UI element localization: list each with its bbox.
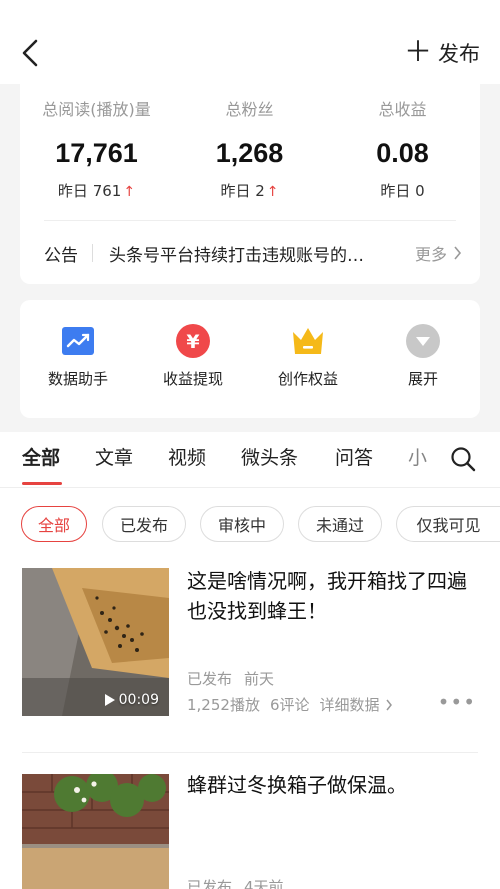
stat-yesterday: 昨日 2 ↑ (220, 182, 279, 200)
tools-card: 数据助手 ¥ 收益提现 创作权益 展开 (20, 300, 480, 418)
stat-total-income[interactable]: 总收益 0.08 昨日 0 (326, 98, 479, 202)
notice-text: 头条号平台持续打击违规账号的… (109, 245, 364, 266)
play-icon (104, 694, 115, 706)
crown-icon (291, 324, 325, 358)
duration-text: 00:09 (118, 692, 159, 708)
expand-down-icon (406, 324, 440, 358)
more-label: 更多 (414, 245, 447, 264)
video-thumbnail[interactable]: 00:09 (22, 568, 169, 716)
stat-yesterday: 昨日 761 ↑ (57, 182, 136, 200)
item-detail-link[interactable]: 详细数据 (320, 694, 393, 715)
notice-tag: 公告 (44, 245, 78, 266)
stat-label: 总阅读(播放)量 (42, 100, 151, 119)
item-status: 已发布 (187, 878, 233, 889)
filter-published[interactable]: 已发布 (102, 506, 186, 542)
status-filters: 全部 已发布 审核中 未通过 仅我可见 (0, 488, 500, 558)
item-comments: 6评论 (269, 696, 310, 714)
content-tabs: 全部 文章 视频 微头条 问答 小 (0, 432, 500, 488)
video-thumbnail[interactable] (22, 774, 169, 889)
notice-bar[interactable]: 公告 头条号平台持续打击违规账号的… 更多 (44, 236, 462, 270)
item-stats-row: 1,252播放 6评论 详细数据 (187, 694, 393, 715)
top-bar: ＋ 发布 (0, 0, 500, 84)
tab-micro-headlines[interactable]: 微头条 (241, 444, 298, 472)
tool-creator-rights[interactable]: 创作权益 (253, 324, 363, 390)
item-plays: 1,252播放 (187, 696, 260, 714)
video-duration: 00:09 (104, 692, 159, 708)
tool-expand[interactable]: 展开 (368, 324, 478, 390)
filter-all[interactable]: 全部 (21, 506, 87, 542)
tool-label: 收益提现 (162, 370, 223, 388)
stats-card: 总阅读(播放)量 17,761 昨日 761 ↑ 总粉丝 1,268 昨日 2 ↑ … (20, 84, 480, 284)
chevron-right-icon (454, 246, 462, 260)
tool-label: 数据助手 (47, 370, 108, 388)
stat-label: 总收益 (378, 100, 427, 119)
stat-label: 总粉丝 (225, 100, 274, 119)
stat-value: 0.08 (376, 138, 429, 168)
filter-private[interactable]: 仅我可见 (396, 506, 500, 542)
tool-label: 创作权益 (277, 370, 338, 388)
stat-value: 17,761 (55, 138, 138, 168)
tab-articles[interactable]: 文章 (95, 444, 133, 472)
arrow-up-icon: ↑ (266, 184, 279, 200)
item-time: 4天前 (244, 878, 284, 889)
item-status: 已发布 (187, 670, 233, 688)
publish-label: 发布 (438, 42, 480, 66)
yuan-icon: ¥ (176, 324, 210, 358)
stat-total-fans[interactable]: 总粉丝 1,268 昨日 2 ↑ (173, 98, 326, 203)
stat-total-reads[interactable]: 总阅读(播放)量 17,761 昨日 761 ↑ (20, 98, 173, 203)
filter-under-review[interactable]: 审核中 (200, 506, 284, 542)
tool-data-assistant[interactable]: 数据助手 (23, 324, 133, 390)
detail-label: 详细数据 (319, 696, 380, 714)
back-chevron-icon[interactable] (18, 38, 44, 68)
arrow-up-icon: ↑ (123, 184, 136, 200)
item-time: 前天 (244, 670, 275, 688)
publish-button[interactable]: ＋ 发布 (404, 38, 480, 68)
stat-yesterday: 昨日 0 (380, 182, 425, 200)
plus-icon: ＋ (403, 35, 432, 68)
search-icon[interactable] (450, 446, 476, 472)
active-tab-indicator (22, 482, 62, 485)
chevron-right-icon (385, 699, 392, 710)
tool-income-withdraw[interactable]: ¥ 收益提现 (138, 324, 248, 390)
item-title[interactable]: 蜂群过冬换箱子做保温。 (187, 770, 482, 800)
more-options-icon[interactable]: ••• (438, 690, 476, 714)
stat-value: 1,268 (215, 138, 284, 168)
svg-text:¥: ¥ (186, 331, 199, 353)
notice-more-link[interactable]: 更多 (415, 241, 462, 265)
list-item[interactable]: 00:09 这是啥情况啊，我开箱找了四遍也没找到蜂王！ 已发布 前天 1,252播… (0, 558, 500, 748)
list-item[interactable]: 蜂群过冬换箱子做保温。 已发布 4天前 (0, 758, 500, 889)
divider (44, 220, 456, 221)
chart-trend-icon (61, 324, 95, 358)
tab-videos[interactable]: 视频 (168, 444, 206, 472)
item-status-row: 已发布 4天前 (187, 876, 296, 889)
divider (22, 752, 478, 753)
divider (92, 244, 93, 262)
item-title[interactable]: 这是啥情况啊，我开箱找了四遍也没找到蜂王！ (187, 566, 482, 626)
filter-rejected[interactable]: 未通过 (298, 506, 382, 542)
tab-more-partial[interactable]: 小 (408, 444, 427, 472)
tool-label: 展开 (407, 370, 438, 388)
tab-qa[interactable]: 问答 (335, 444, 373, 472)
tab-all[interactable]: 全部 (22, 444, 60, 472)
item-status-row: 已发布 前天 (187, 668, 286, 689)
content-feed: 00:09 这是啥情况啊，我开箱找了四遍也没找到蜂王！ 已发布 前天 1,252播… (0, 558, 500, 889)
